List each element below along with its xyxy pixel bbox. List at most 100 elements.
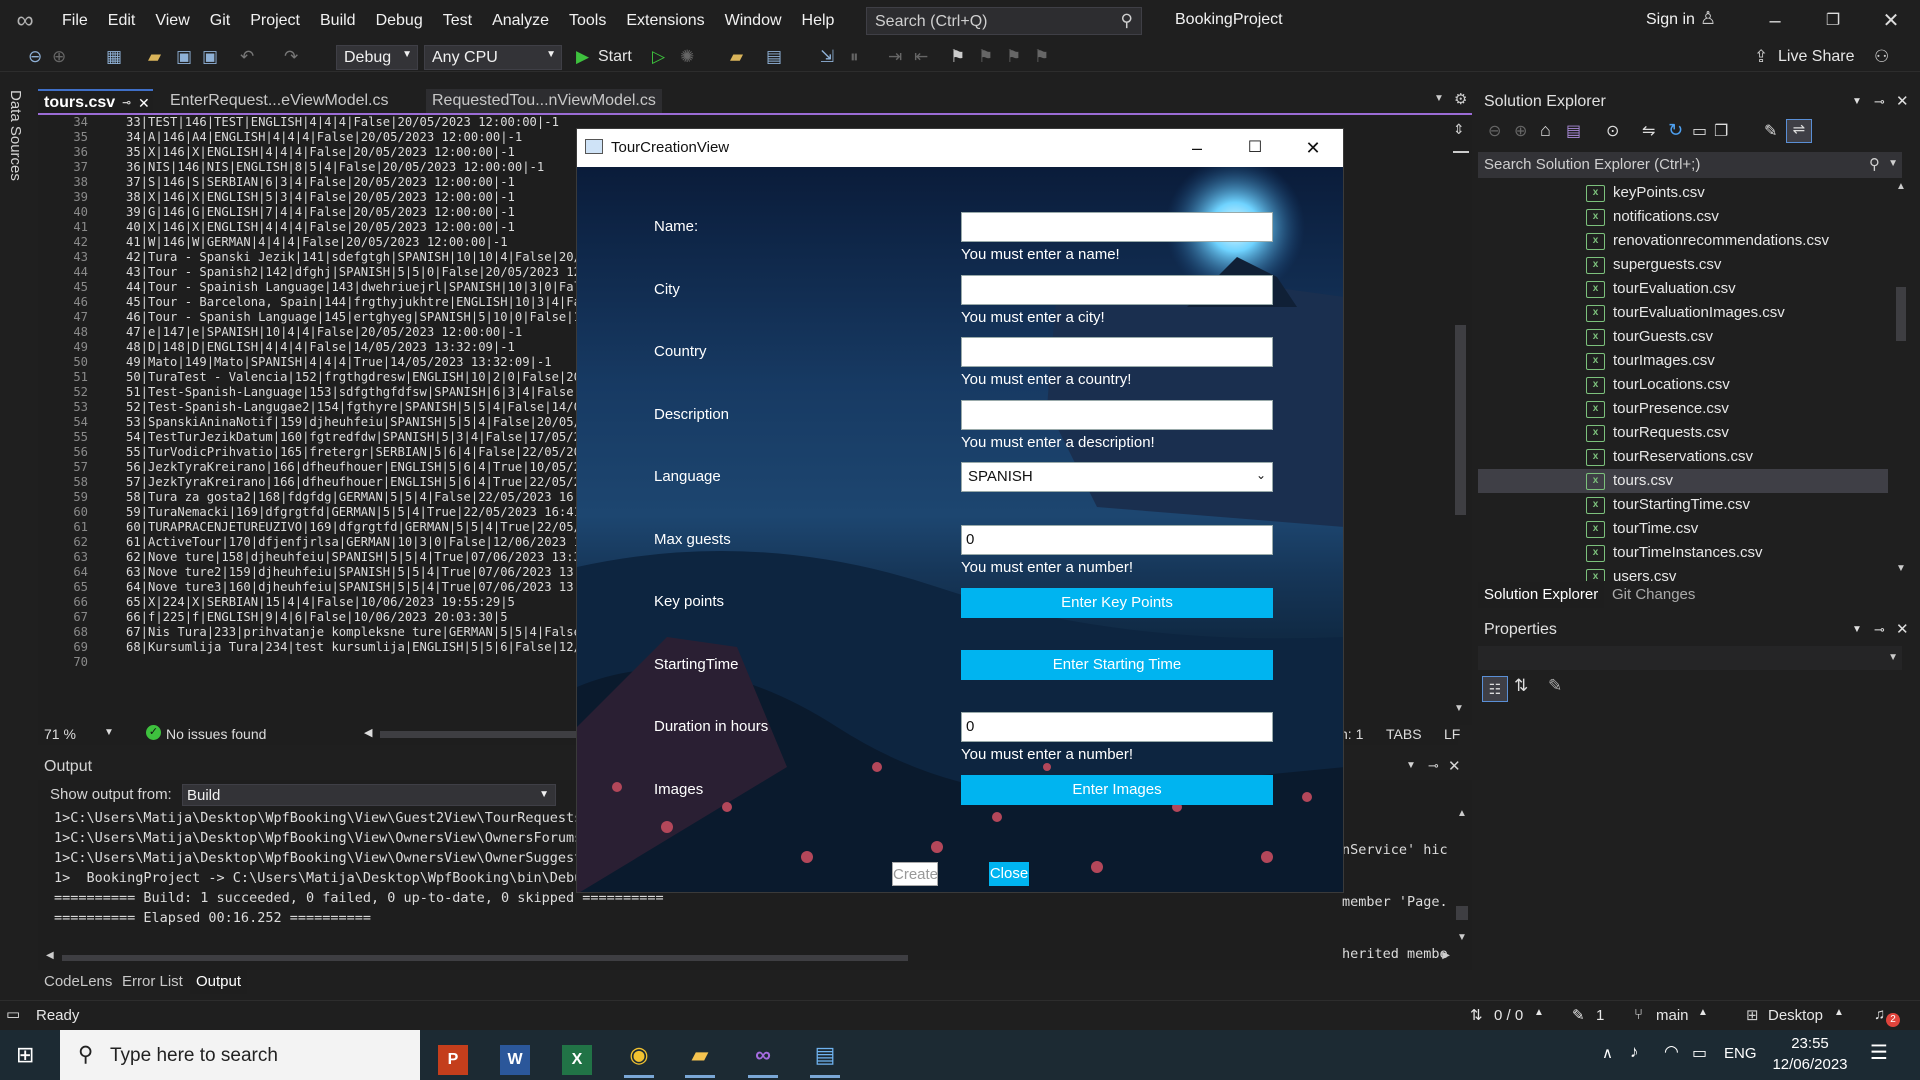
- enter-starting-time-button[interactable]: Enter Starting Time: [961, 650, 1273, 680]
- battery-icon[interactable]: ▭: [1692, 1043, 1707, 1063]
- indent-icon[interactable]: ⇥: [888, 46, 902, 68]
- open-folder-icon[interactable]: ▰: [148, 46, 161, 68]
- scroll-thumb[interactable]: [1896, 287, 1906, 341]
- git-changes-count[interactable]: 0 / 0: [1494, 1007, 1523, 1024]
- windows-start-icon[interactable]: ⊞: [16, 1042, 34, 1068]
- action-center-icon[interactable]: ☰: [1870, 1040, 1888, 1065]
- scroll-up-icon[interactable]: ▲: [1896, 181, 1906, 192]
- panel-close-icon[interactable]: ✕: [1896, 89, 1909, 115]
- description-input[interactable]: [961, 400, 1273, 430]
- layout-icon[interactable]: ▤: [766, 46, 782, 68]
- solution-file-item[interactable]: x keyPoints.csv: [1478, 181, 1888, 205]
- solution-search-input[interactable]: Search Solution Explorer (Ctrl+;) ⚲ ▼: [1478, 152, 1902, 178]
- step-icon[interactable]: ⇲: [820, 46, 834, 68]
- scroll-up-icon[interactable]: ▲: [1457, 808, 1467, 819]
- solution-file-item[interactable]: x tourRequests.csv: [1478, 421, 1888, 445]
- properties-wrench-icon[interactable]: ✎: [1764, 121, 1777, 141]
- tab-tours-csv[interactable]: tours.csv ⊸ ✕: [38, 89, 153, 114]
- live-share-button[interactable]: Live Share: [1778, 46, 1855, 68]
- dialog-minimize-icon[interactable]: –: [1171, 132, 1223, 164]
- output-source-dropdown[interactable]: Build ▼: [182, 784, 556, 806]
- minimize-icon[interactable]: –: [1746, 0, 1804, 42]
- solution-file-item[interactable]: x tourEvaluation.csv: [1478, 277, 1888, 301]
- panel-dropdown-icon[interactable]: ▼: [1852, 616, 1862, 644]
- panel-pin-icon[interactable]: ⊸: [1874, 616, 1885, 644]
- solution-file-item[interactable]: x tourPresence.csv: [1478, 397, 1888, 421]
- menu-item-debug[interactable]: Debug: [366, 0, 433, 42]
- editor-vertical-scrollbar[interactable]: ⇕ ▼: [1450, 115, 1472, 725]
- tab-git-changes[interactable]: Git Changes: [1606, 582, 1701, 608]
- enter-key-points-button[interactable]: Enter Key Points: [961, 588, 1273, 618]
- output-pin-icon[interactable]: ⊸: [1428, 758, 1439, 774]
- output-dropdown-icon[interactable]: ▼: [1406, 760, 1416, 771]
- scroll-down-icon[interactable]: ▼: [1896, 563, 1906, 574]
- max-guests-input[interactable]: 0: [961, 525, 1273, 555]
- output-vertical-scrollbar[interactable]: ▲ ▼: [1452, 808, 1472, 948]
- config-dropdown[interactable]: Debug ▼: [336, 45, 418, 70]
- save-all-icon[interactable]: ▣: [202, 46, 218, 68]
- volume-icon[interactable]: ♪: [1630, 1042, 1639, 1062]
- zoom-dropdown-icon[interactable]: ▼: [104, 727, 114, 738]
- menu-item-window[interactable]: Window: [715, 0, 792, 42]
- taskbar-search-input[interactable]: ⚲ Type here to search: [60, 1030, 420, 1080]
- output-close-icon[interactable]: ✕: [1448, 757, 1461, 775]
- data-sources-tab[interactable]: Data Sources: [7, 90, 24, 181]
- outdent-icon[interactable]: ⇤: [914, 46, 928, 68]
- wpf-app-icon[interactable]: ▤: [802, 1035, 848, 1078]
- close-button[interactable]: Close: [989, 862, 1029, 886]
- menu-item-project[interactable]: Project: [240, 0, 310, 42]
- tab-output[interactable]: Output: [190, 970, 248, 994]
- tab-overflow-icon[interactable]: ▼: [1434, 93, 1444, 104]
- notifications-bell-icon[interactable]: ♫: [1874, 1006, 1885, 1023]
- dialog-close-icon[interactable]: ✕: [1287, 132, 1339, 164]
- solution-folder-icon[interactable]: ▰: [730, 46, 743, 68]
- powerpoint-app-icon[interactable]: P: [438, 1045, 468, 1075]
- solution-file-item[interactable]: x tourLocations.csv: [1478, 373, 1888, 397]
- switch-views-icon[interactable]: ▤: [1566, 121, 1581, 141]
- tab-enter-request-viewmodel[interactable]: EnterRequest...eViewModel.cs: [164, 89, 394, 114]
- home-icon[interactable]: ⌂: [1540, 120, 1551, 141]
- settings-gear-icon[interactable]: ⚙: [1454, 90, 1467, 108]
- clock-date[interactable]: 12/06/2023: [1768, 1056, 1852, 1073]
- refresh-icon[interactable]: ↻: [1668, 120, 1683, 141]
- solution-file-item[interactable]: x tourTime.csv: [1478, 517, 1888, 541]
- enter-images-button[interactable]: Enter Images: [961, 775, 1273, 805]
- menu-item-file[interactable]: File: [52, 0, 98, 42]
- categorized-icon[interactable]: ☷: [1482, 676, 1508, 702]
- solution-file-item[interactable]: x tourTimeInstances.csv: [1478, 541, 1888, 565]
- tab-error-list[interactable]: Error List: [116, 970, 189, 994]
- line-ending[interactable]: LF: [1444, 726, 1460, 742]
- tab-requested-tour-viewmodel[interactable]: RequestedTou...nViewModel.cs: [426, 89, 662, 114]
- create-button[interactable]: Create: [892, 862, 938, 886]
- menu-item-test[interactable]: Test: [433, 0, 482, 42]
- search-input[interactable]: Search (Ctrl+Q) ⚲: [866, 7, 1142, 35]
- city-input[interactable]: [961, 275, 1273, 305]
- file-explorer-app-icon[interactable]: ▰: [677, 1035, 723, 1078]
- property-pages-wrench-icon[interactable]: ✎: [1548, 676, 1562, 696]
- menu-item-analyze[interactable]: Analyze: [482, 0, 559, 42]
- feedback-icon[interactable]: ⚇: [1874, 46, 1889, 68]
- output-horizontal-scrollbar[interactable]: ◀ ▶: [46, 950, 1450, 963]
- excel-app-icon[interactable]: X: [562, 1045, 592, 1075]
- forward-icon[interactable]: ⊕: [52, 46, 66, 68]
- solution-scrollbar[interactable]: ▲ ▼: [1894, 181, 1908, 581]
- tab-codelens[interactable]: CodeLens: [38, 970, 118, 994]
- start-button[interactable]: Start: [598, 46, 632, 68]
- history-icon[interactable]: ⊙: [1606, 121, 1619, 141]
- solution-file-item[interactable]: x renovationrecommendations.csv: [1478, 229, 1888, 253]
- sync-icon[interactable]: ⇋: [1642, 121, 1655, 141]
- alphabetical-icon[interactable]: ⇅: [1514, 676, 1528, 696]
- solution-file-item[interactable]: x users.csv: [1478, 565, 1888, 581]
- branch-name[interactable]: main: [1656, 1007, 1689, 1024]
- menu-item-tools[interactable]: Tools: [559, 0, 616, 42]
- dialog-maximize-icon[interactable]: ☐: [1229, 132, 1281, 164]
- properties-object-dropdown[interactable]: ▼: [1478, 646, 1902, 670]
- scroll-left-icon[interactable]: ◀: [46, 950, 54, 961]
- search-options-icon[interactable]: ▼: [1888, 158, 1898, 169]
- tab-close-icon[interactable]: ✕: [138, 91, 150, 115]
- scroll-down-icon[interactable]: ▼: [1454, 703, 1464, 714]
- sign-in-link[interactable]: Sign in: [1646, 11, 1695, 29]
- scroll-thumb[interactable]: [1456, 906, 1468, 920]
- menu-item-extensions[interactable]: Extensions: [616, 0, 714, 42]
- platform-dropdown[interactable]: Any CPU ▼: [424, 45, 562, 70]
